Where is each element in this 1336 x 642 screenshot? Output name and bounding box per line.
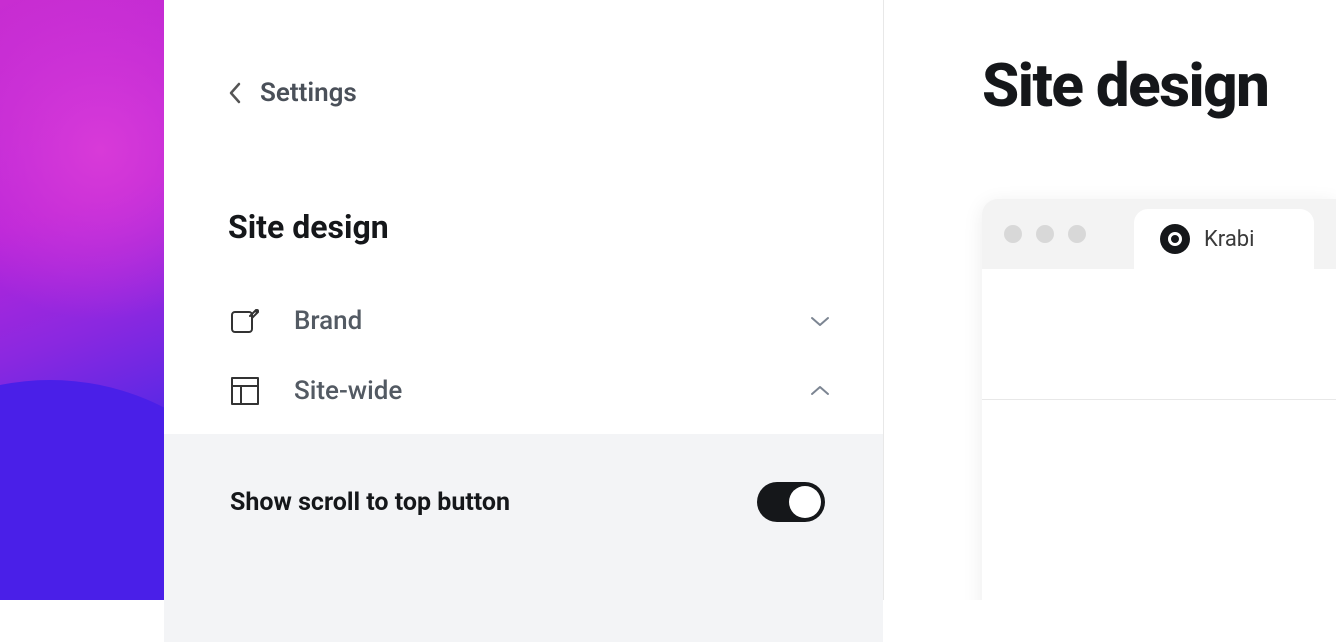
- traffic-light-icon: [1068, 225, 1086, 243]
- preview-title: Site design: [982, 50, 1336, 121]
- settings-sidebar: Settings Site design Brand: [164, 0, 884, 600]
- traffic-light-icon: [1004, 225, 1022, 243]
- gradient-sidebar-decoration: [0, 0, 164, 600]
- sidebar-item-brand[interactable]: Brand: [228, 286, 831, 356]
- brand-icon: [228, 304, 262, 338]
- sidebar-section-title: Site design: [164, 108, 883, 246]
- browser-content-area: [982, 400, 1336, 600]
- sidebar-item-label: Brand: [294, 306, 809, 336]
- tab-favicon-icon: [1160, 224, 1190, 254]
- sidebar-item-label: Site-wide: [294, 376, 809, 406]
- traffic-light-icon: [1036, 225, 1054, 243]
- scroll-to-top-option-label: Show scroll to top button: [230, 488, 510, 517]
- toggle-knob: [789, 486, 821, 518]
- sidebar-menu: Brand Site-wide: [164, 246, 883, 426]
- browser-title-bar: Krabi: [982, 199, 1336, 269]
- back-label: Settings: [260, 78, 357, 108]
- sidebar-item-site-wide[interactable]: Site-wide: [228, 356, 831, 426]
- browser-preview-mockup: Krabi: [982, 199, 1336, 600]
- site-wide-options-panel: Show scroll to top button: [164, 434, 883, 642]
- scroll-to-top-toggle[interactable]: [757, 482, 825, 522]
- chevron-down-icon: [809, 314, 831, 328]
- back-to-settings-button[interactable]: Settings: [164, 0, 883, 108]
- window-controls: [1004, 225, 1086, 243]
- chevron-up-icon: [809, 384, 831, 398]
- browser-tab[interactable]: Krabi: [1134, 209, 1314, 269]
- layout-icon: [228, 374, 262, 408]
- preview-panel: Site design Krabi: [884, 0, 1336, 600]
- tab-label: Krabi: [1204, 227, 1255, 252]
- chevron-left-icon: [228, 82, 242, 104]
- browser-content-area: [982, 269, 1336, 399]
